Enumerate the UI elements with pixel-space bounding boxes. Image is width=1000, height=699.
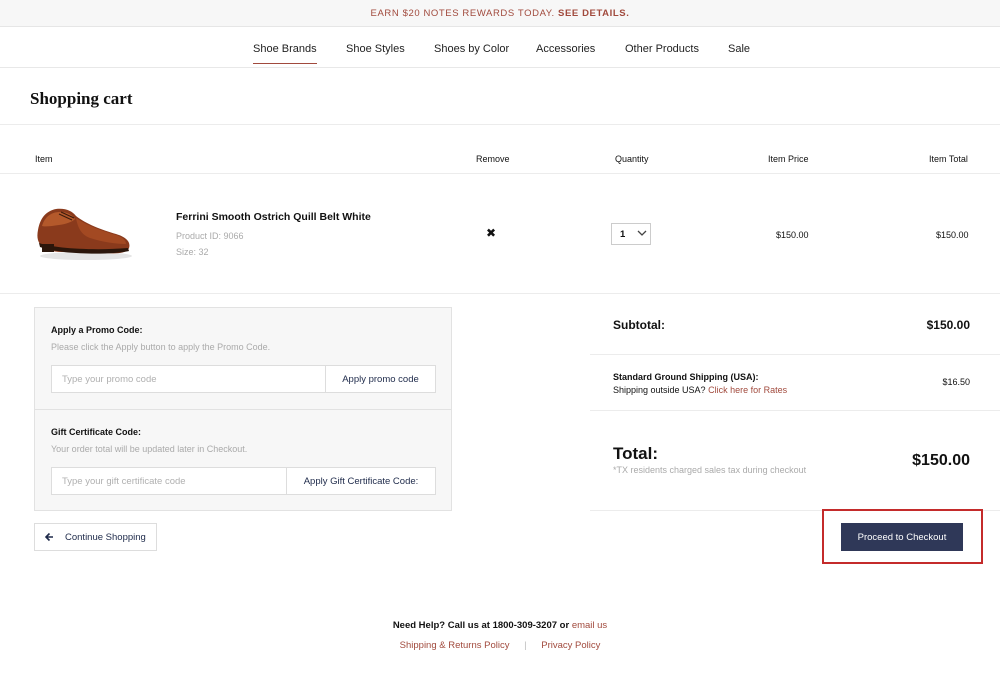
shipping-outside-question: Shipping outside USA? [613,385,706,395]
nav-item-other-products[interactable]: Other Products [625,43,699,55]
quantity-value: 1 [620,229,626,240]
column-header-item-total: Item Total [929,154,968,164]
help-text: Need Help? Call us at 1800-309-3207 or e… [0,620,1000,631]
item-price: $150.00 [776,230,809,240]
gift-certificate-label: Gift Certificate Code: [51,427,142,437]
item-total: $150.00 [936,230,969,240]
product-name[interactable]: Ferrini Smooth Ostrich Quill Belt White [176,211,371,223]
nav-item-accessories[interactable]: Accessories [536,43,595,55]
gift-certificate-help: Your order total will be updated later i… [51,444,248,454]
promo-code-label: Apply a Promo Code: [51,325,143,335]
gift-certificate-input[interactable] [51,467,287,495]
codes-panel: Apply a Promo Code: Please click the App… [34,307,452,511]
help-phone-text: Need Help? Call us at 1800-309-3207 or [392,620,570,631]
chevron-down-icon [637,230,647,236]
product-image[interactable] [32,196,138,266]
privacy-policy-link[interactable]: Privacy Policy [541,640,600,651]
subtotal-value: $150.00 [926,318,970,332]
footer-links: Shipping & Returns Policy | Privacy Poli… [0,640,1000,651]
total-label: Total: [613,444,659,463]
summary-divider [590,354,1000,355]
panel-divider [35,409,451,410]
subtotal-label: Subtotal: [613,318,665,332]
shipping-value: $16.50 [942,377,970,387]
tax-note: *TX residents charged sales tax during c… [613,465,807,475]
column-header-item: Item [35,154,53,164]
remove-item-button[interactable]: ✖ [486,226,496,240]
shipping-returns-policy-link[interactable]: Shipping & Returns Policy [400,640,510,651]
promo-banner: EARN $20 NOTES REWARDS TODAY. SEE DETAIL… [0,0,1000,27]
shipping-outside-text: Shipping outside USA? Click here for Rat… [613,385,787,395]
continue-shopping-label: Continue Shopping [65,532,146,543]
summary-divider [590,410,1000,411]
see-details-link[interactable]: SEE DETAILS. [558,8,629,19]
column-header-item-price: Item Price [768,154,809,164]
page-title: Shopping cart [30,89,133,108]
arrow-left-icon [45,532,53,542]
row-divider [0,293,1000,294]
continue-shopping-button[interactable]: Continue Shopping [34,523,157,551]
nav-item-shoe-styles[interactable]: Shoe Styles [346,43,405,55]
apply-gift-certificate-button[interactable]: Apply Gift Certificate Code: [287,467,436,495]
main-navigation: Shoe Brands Shoe Styles Shoes by Color A… [0,27,1000,68]
shipping-rates-link[interactable]: Click here for Rates [708,385,787,395]
column-header-quantity: Quantity [615,154,649,164]
product-size: Size: 32 [176,247,209,257]
shipping-label: Standard Ground Shipping (USA): [613,372,759,382]
email-us-link[interactable]: email us [572,620,607,631]
promo-code-help: Please click the Apply button to apply t… [51,342,271,352]
nav-item-shoe-brands[interactable]: Shoe Brands [253,43,317,64]
footer-separator: | [524,640,527,651]
apply-promo-button[interactable]: Apply promo code [326,365,436,393]
total-value: $150.00 [912,452,970,469]
proceed-to-checkout-button[interactable]: Proceed to Checkout [841,523,963,551]
nav-item-shoes-by-color[interactable]: Shoes by Color [434,43,509,55]
promo-banner-text: EARN $20 NOTES REWARDS TODAY. [370,8,555,19]
quantity-select[interactable]: 1 [611,223,651,245]
nav-item-sale[interactable]: Sale [728,43,750,55]
title-divider [0,124,1000,125]
promo-code-input[interactable] [51,365,326,393]
product-id: Product ID: 9066 [176,231,244,241]
column-header-remove: Remove [476,154,510,164]
header-divider [0,173,1000,174]
